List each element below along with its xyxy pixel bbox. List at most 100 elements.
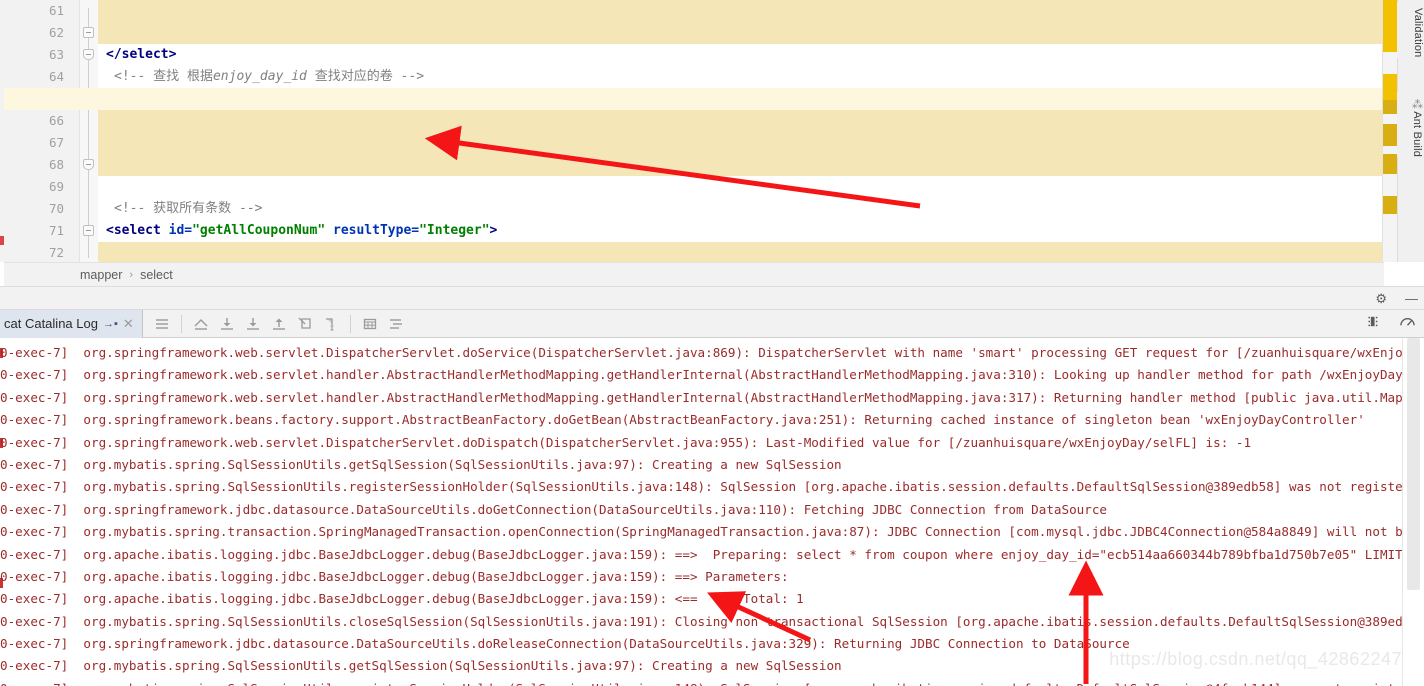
breadcrumb-item-mapper[interactable]: mapper [80, 268, 122, 282]
marker-stripe[interactable] [1383, 30, 1398, 52]
console-tab-bar[interactable]: cat Catalina Log →▪ ✕ [0, 309, 1424, 338]
soft-wrap-icon[interactable] [188, 312, 214, 336]
console-log-output[interactable]: 0-exec-7] org.springframework.web.servle… [0, 338, 1424, 686]
breadcrumb[interactable]: mapper › select [4, 262, 1384, 286]
fold-marker[interactable] [83, 225, 94, 236]
settings-list-icon[interactable] [383, 312, 409, 336]
marker-stripe[interactable] [1383, 74, 1398, 100]
fold-marker[interactable] [83, 49, 94, 60]
code-token: resultType= [333, 223, 420, 238]
tool-tab-label: Validation [1412, 8, 1424, 58]
log-scrollbar-thumb[interactable] [1407, 338, 1420, 590]
line-highlight [98, 242, 1382, 262]
log-line: 0-exec-7] org.springframework.jdbc.datas… [0, 501, 1107, 517]
code-token: <select [106, 223, 161, 238]
ide-window: where is_show=1 and coupon_status=1 and … [0, 0, 1424, 686]
code-token: > [489, 223, 498, 238]
speed-icon[interactable] [1399, 314, 1416, 334]
line-number: 68 [48, 157, 64, 172]
log-line: 0-exec-7] org.apache.ibatis.logging.jdbc… [0, 591, 804, 607]
code-token: enjoy_day_id [212, 69, 307, 84]
code-token: <!-- 获取所有条数 --> [114, 201, 263, 216]
console-right-icons[interactable] [1368, 310, 1416, 338]
log-line: 0-exec-7] org.mybatis.spring.SqlSessionU… [0, 613, 1402, 629]
log-line: 0-exec-7] org.springframework.web.servle… [0, 367, 1402, 383]
code-token: "Integer" [419, 223, 490, 238]
scroll-down-icon[interactable] [214, 312, 240, 336]
layout-icon[interactable] [1368, 314, 1383, 334]
log-line: 0-exec-7] org.mybatis.spring.SqlSessionU… [0, 479, 1402, 495]
close-icon[interactable]: ✕ [123, 316, 134, 332]
log-line: 0-exec-7] org.springframework.jdbc.datas… [0, 636, 1130, 652]
marker-stripe[interactable] [1383, 154, 1398, 174]
pin-icon[interactable]: →▪ [103, 318, 118, 330]
code-line[interactable]: <!-- 获取所有条数 --> [98, 198, 1382, 220]
tool-tab-label: Ant Build [1411, 111, 1423, 158]
caret-line-highlight [4, 88, 1382, 110]
code-token: "getAllCouponNum" [192, 223, 326, 238]
gear-icon[interactable]: ⚙ [1375, 292, 1387, 305]
breadcrumb-separator-icon: › [129, 268, 134, 281]
code-token: id= [168, 223, 193, 238]
line-highlight [98, 154, 1382, 176]
toolbar-divider [180, 314, 182, 333]
line-number: 66 [48, 113, 64, 128]
log-line: 0-exec-7] org.mybatis.spring.SqlSessionU… [0, 678, 1402, 686]
menu-icon[interactable] [149, 312, 175, 336]
log-line: 0-exec-7] org.springframework.web.servle… [0, 389, 1402, 405]
line-highlight [98, 110, 1382, 132]
minimize-icon[interactable]: — [1405, 292, 1418, 305]
code-token: </select> [106, 47, 177, 62]
right-tool-window-bar[interactable]: Validation ⁂ Ant Build [1397, 0, 1424, 262]
log-line: 0-exec-7] org.springframework.beans.fact… [0, 412, 1365, 428]
scroll-up-icon[interactable] [266, 312, 292, 336]
toolbar-divider-2 [349, 314, 351, 333]
line-number: 63 [48, 47, 64, 62]
line-number: 64 [48, 69, 64, 84]
tool-window-tab-validation[interactable]: Validation [1397, 2, 1424, 58]
editor-fold-rail[interactable] [80, 0, 98, 262]
tab-label: cat Catalina Log [4, 316, 98, 331]
tool-window-header-strip: ⚙ — [0, 286, 1424, 310]
line-number: 62 [48, 25, 64, 40]
console-toolbar[interactable] [143, 310, 409, 338]
scroll-to-end-icon[interactable] [240, 312, 266, 336]
marker-stripe[interactable] [1383, 124, 1398, 146]
code-line[interactable] [98, 176, 1382, 198]
line-number: 67 [48, 135, 64, 150]
marker-stripe[interactable] [1383, 100, 1398, 114]
line-highlight [98, 132, 1382, 154]
line-highlight [98, 0, 1382, 22]
line-highlight [98, 22, 1382, 44]
line-number: 72 [48, 245, 64, 260]
code-line[interactable]: <select id="getAllCouponNum" resultType=… [98, 220, 1382, 242]
editor-marker-gutter[interactable] [1382, 0, 1398, 262]
fold-marker[interactable] [83, 159, 94, 170]
ant-icon: ⁂ [1411, 98, 1423, 112]
log-line: 0-exec-7] org.springframework.web.servle… [0, 345, 1402, 360]
log-scrollbar[interactable] [1402, 338, 1424, 686]
code-line[interactable]: </select> [98, 44, 1382, 66]
print-icon[interactable] [357, 312, 383, 336]
fold-marker[interactable] [83, 27, 94, 38]
line-number: 69 [48, 179, 64, 194]
marker-stripe[interactable] [1383, 0, 1398, 30]
line-number: 71 [48, 223, 64, 238]
code-line[interactable]: <!-- 查找 根据enjoy_day_id 查找对应的卷 --> [98, 66, 1382, 88]
log-line: 0-exec-7] org.apache.ibatis.logging.jdbc… [0, 568, 789, 584]
log-line: 0-exec-7] org.mybatis.spring.SqlSessionU… [0, 658, 842, 674]
marker-stripe[interactable] [1383, 196, 1398, 214]
select-text-icon[interactable] [318, 312, 344, 336]
tab-catalina-log[interactable]: cat Catalina Log →▪ ✕ [0, 309, 143, 338]
line-number: 70 [48, 201, 64, 216]
log-line: 0-exec-7] org.springframework.web.servle… [0, 434, 1252, 450]
tool-window-tab-ant-build[interactable]: ⁂ Ant Build [1397, 92, 1424, 158]
log-line: 0-exec-7] org.apache.ibatis.logging.jdbc… [0, 546, 1402, 562]
code-token: 查找对应的卷 --> [306, 69, 425, 84]
clear-all-icon[interactable] [292, 312, 318, 336]
code-editor[interactable]: where is_show=1 and coupon_status=1 and … [0, 0, 1424, 262]
log-line: 0-exec-7] org.mybatis.spring.SqlSessionU… [0, 456, 842, 472]
log-line-list: 0-exec-7] org.springframework.web.servle… [0, 342, 1402, 686]
breadcrumb-item-select[interactable]: select [140, 268, 173, 282]
